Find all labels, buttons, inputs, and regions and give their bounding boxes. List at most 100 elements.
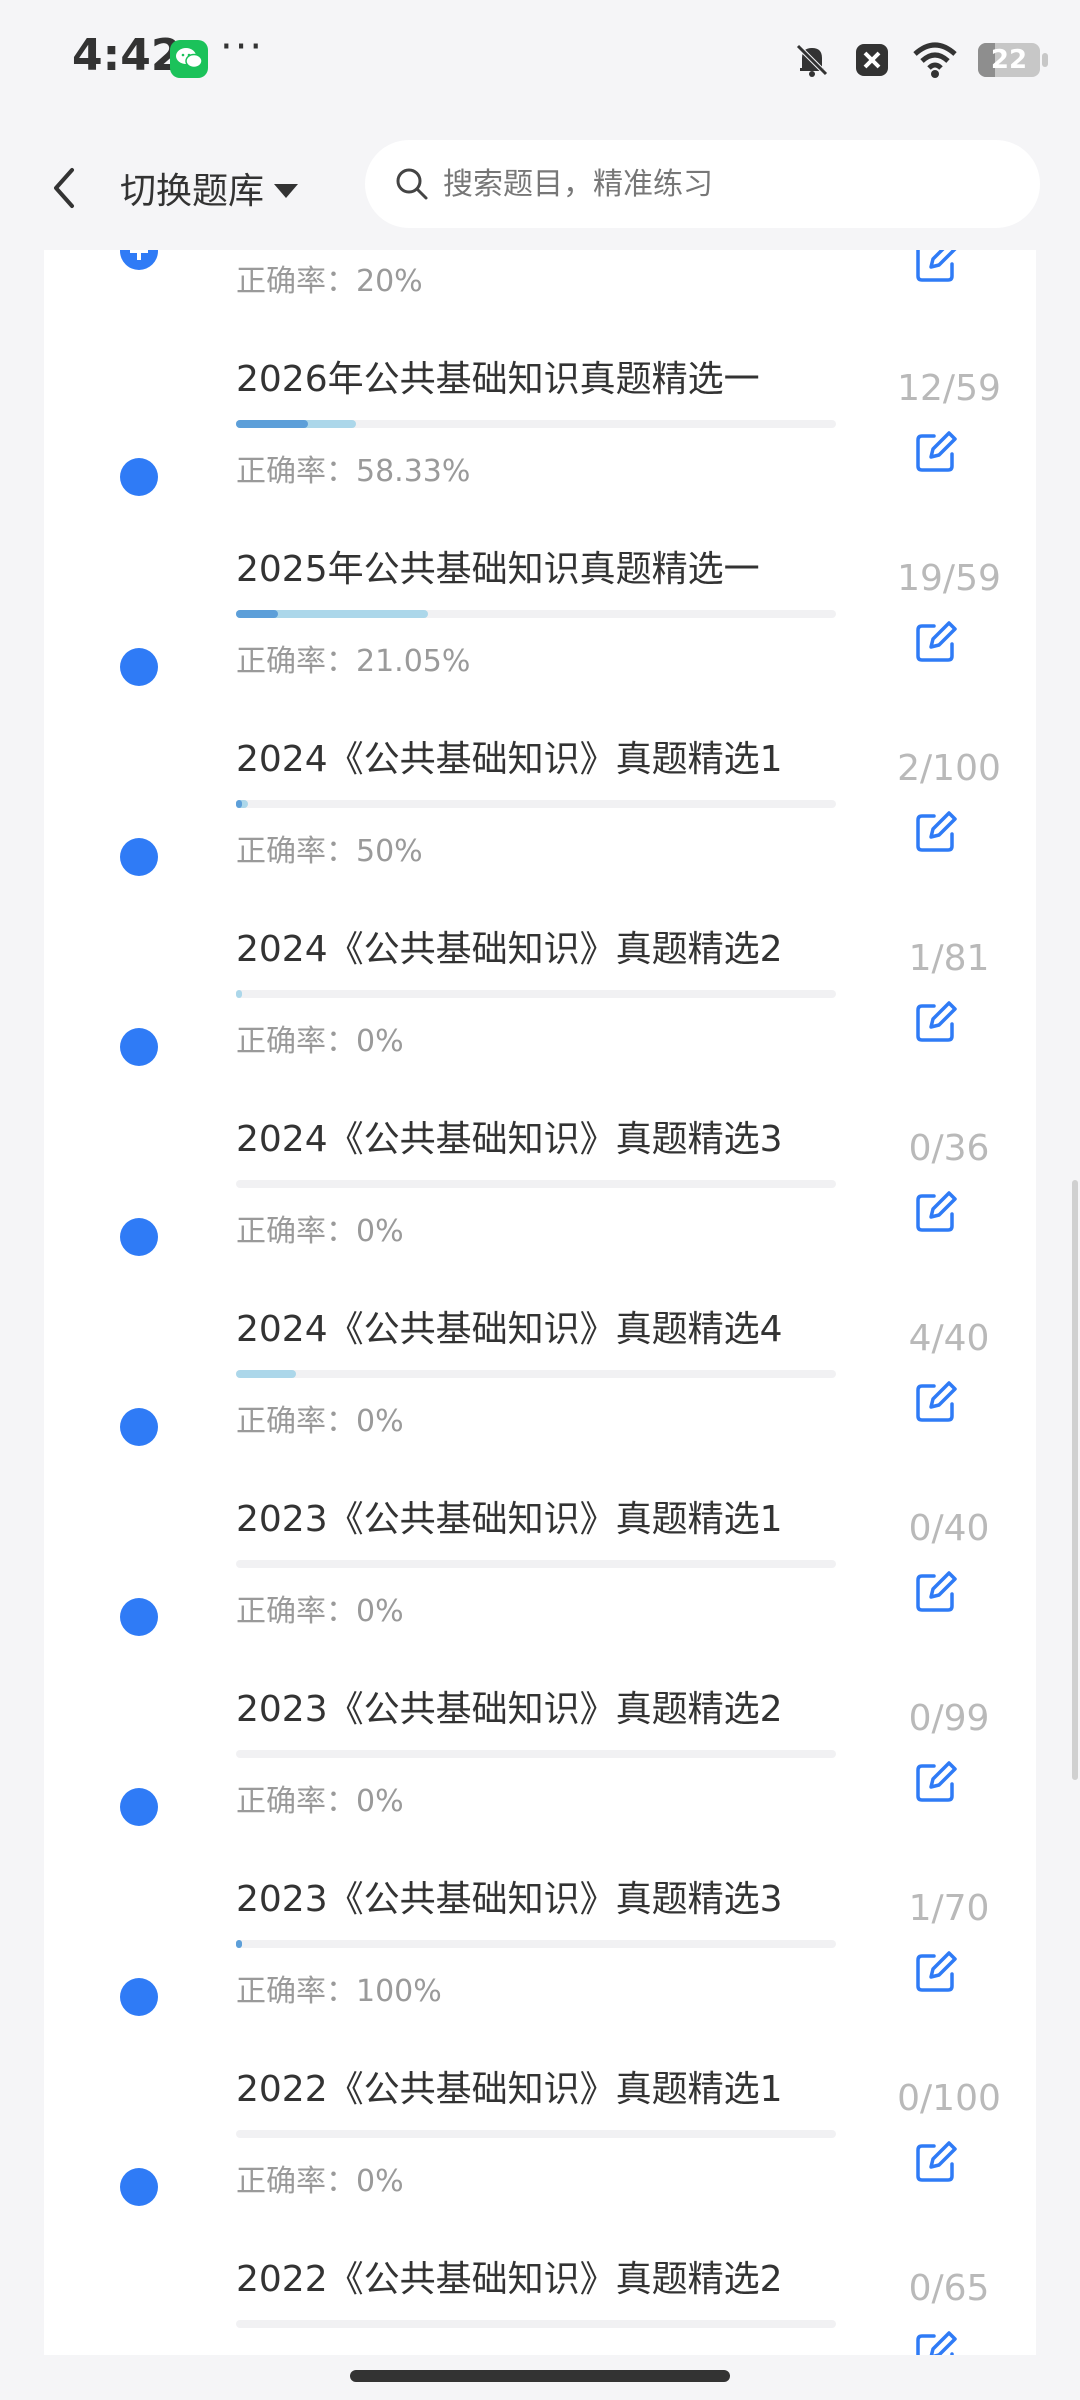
edit-icon — [916, 1381, 957, 1422]
practice-edit-button[interactable] — [914, 430, 958, 474]
accuracy-text: 正确率：100% — [236, 1974, 442, 2009]
edit-icon — [916, 1001, 957, 1042]
progress-bar — [236, 420, 836, 428]
progress-bar — [236, 1370, 836, 1378]
accuracy-text: 正确率：20% — [236, 264, 423, 299]
list-item[interactable]: 正确率：20% — [44, 250, 1036, 350]
accuracy-text: 正确率：0% — [236, 1784, 404, 1819]
progress-correct — [236, 420, 308, 428]
item-title: 2025年公共基础知识真题精选一 — [236, 549, 760, 590]
practice-edit-button[interactable] — [914, 1570, 958, 1614]
progress-count: 0/65 — [908, 2268, 990, 2309]
list-item[interactable]: 2024《公共基础知识》真题精选2 正确率：0% 1/81 — [44, 920, 1036, 1110]
back-button[interactable] — [40, 158, 90, 218]
accuracy-text: 正确率：21.05% — [236, 644, 471, 679]
list-item[interactable]: 2023《公共基础知识》真题精选3 正确率：100% 1/70 — [44, 1870, 1036, 2060]
list-item[interactable]: 2025年公共基础知识真题精选一 正确率：21.05% 19/59 — [44, 540, 1036, 730]
progress-count: 4/40 — [908, 1318, 990, 1359]
progress-bar — [236, 1560, 836, 1568]
search-icon — [396, 168, 428, 200]
search-bar[interactable] — [365, 140, 1040, 228]
practice-edit-button[interactable] — [914, 1760, 958, 1804]
item-title: 2022《公共基础知识》真题精选1 — [236, 2069, 783, 2110]
wifi-icon — [913, 42, 957, 78]
progress-bar — [236, 1750, 836, 1758]
item-title: 2026年公共基础知识真题精选一 — [236, 359, 760, 400]
practice-edit-button[interactable] — [914, 1000, 958, 1044]
practice-edit-button[interactable] — [914, 2140, 958, 2184]
item-title: 2024《公共基础知识》真题精选1 — [236, 739, 783, 780]
practice-edit-button[interactable] — [914, 1950, 958, 1994]
status-icons: 22 — [792, 36, 1048, 84]
progress-count: 0/40 — [908, 1508, 990, 1549]
list-item[interactable]: 2023《公共基础知识》真题精选1 正确率：0% 0/40 — [44, 1490, 1036, 1680]
progress-answered — [236, 990, 242, 998]
progress-count: 1/70 — [908, 1888, 990, 1929]
status-dot — [120, 458, 158, 496]
practice-edit-button[interactable] — [914, 810, 958, 854]
list-item[interactable]: 2026年公共基础知识真题精选一 正确率：58.33% 12/59 — [44, 350, 1036, 540]
progress-count: 0/100 — [897, 2078, 1001, 2119]
item-title: 2023《公共基础知识》真题精选1 — [236, 1499, 783, 1540]
practice-edit-button[interactable] — [914, 620, 958, 664]
item-title: 2024《公共基础知识》真题精选4 — [236, 1309, 783, 1350]
progress-bar — [236, 610, 836, 618]
progress-answered — [236, 1370, 296, 1378]
edit-icon — [916, 1761, 957, 1802]
expand-plus-icon — [120, 250, 158, 270]
scrollbar[interactable] — [1072, 1180, 1078, 1780]
list-item[interactable]: 2022《公共基础知识》真题精选1 正确率：0% 0/100 — [44, 2060, 1036, 2250]
item-title: 2023《公共基础知识》真题精选3 — [236, 1879, 783, 1920]
status-dot — [120, 838, 158, 876]
item-title: 2022《公共基础知识》真题精选2 — [236, 2259, 783, 2300]
status-dot — [120, 1978, 158, 2016]
progress-bar — [236, 2320, 836, 2328]
wechat-icon — [170, 40, 208, 78]
accuracy-text: 正确率：0% — [236, 1024, 404, 1059]
status-dot — [120, 1788, 158, 1826]
question-bank-list: 正确率：20% 2026年公共基础知识真题精选一 正确率：58.33% 12/59 20… — [44, 250, 1036, 2355]
progress-bar — [236, 990, 836, 998]
list-item[interactable]: 2022《公共基础知识》真题精选2 0/65 — [44, 2250, 1036, 2355]
practice-edit-button[interactable] — [914, 2330, 958, 2355]
practice-edit-button[interactable] — [914, 250, 958, 284]
accuracy-text: 正确率：58.33% — [236, 454, 471, 489]
edit-icon — [916, 1191, 957, 1232]
progress-count: 1/81 — [908, 938, 990, 979]
top-nav: 切换题库 — [0, 120, 1080, 250]
progress-bar — [236, 800, 836, 808]
battery-icon: 22 — [978, 43, 1048, 77]
practice-edit-button[interactable] — [914, 1380, 958, 1424]
edit-icon — [916, 431, 957, 472]
progress-count: 0/99 — [908, 1698, 990, 1739]
progress-correct — [236, 1940, 242, 1948]
search-input[interactable] — [441, 165, 1005, 203]
practice-edit-button[interactable] — [914, 1190, 958, 1234]
item-title: 2024《公共基础知识》真题精选2 — [236, 929, 783, 970]
status-dot — [120, 648, 158, 686]
list-item[interactable]: 2024《公共基础知识》真题精选4 正确率：0% 4/40 — [44, 1300, 1036, 1490]
progress-correct — [236, 610, 278, 618]
edit-icon — [916, 1571, 957, 1612]
battery-level: 22 — [990, 45, 1028, 75]
accuracy-text: 正确率：0% — [236, 1404, 404, 1439]
home-indicator[interactable] — [350, 2370, 730, 2382]
status-dot — [120, 1408, 158, 1446]
list-item[interactable]: 2024《公共基础知识》真题精选1 正确率：50% 2/100 — [44, 730, 1036, 920]
list-item[interactable]: 2024《公共基础知识》真题精选3 正确率：0% 0/36 — [44, 1110, 1036, 1300]
close-box-icon — [856, 44, 888, 76]
progress-bar — [236, 1180, 836, 1188]
list-item[interactable]: 2023《公共基础知识》真题精选2 正确率：0% 0/99 — [44, 1680, 1036, 1870]
clock: 4:42 — [72, 30, 182, 81]
status-dot — [120, 1218, 158, 1256]
progress-count: 2/100 — [897, 748, 1001, 789]
caret-down-icon — [274, 184, 299, 198]
status-dot — [120, 2168, 158, 2206]
switch-bank-dropdown[interactable]: 切换题库 — [120, 160, 299, 216]
accuracy-text: 正确率：0% — [236, 2164, 404, 2199]
progress-bar — [236, 1940, 836, 1948]
item-title: 2023《公共基础知识》真题精选2 — [236, 1689, 783, 1730]
status-bar: 4:42 ··· 22 — [0, 0, 1080, 120]
progress-bar — [236, 2130, 836, 2138]
accuracy-text: 正确率：0% — [236, 1214, 404, 1249]
